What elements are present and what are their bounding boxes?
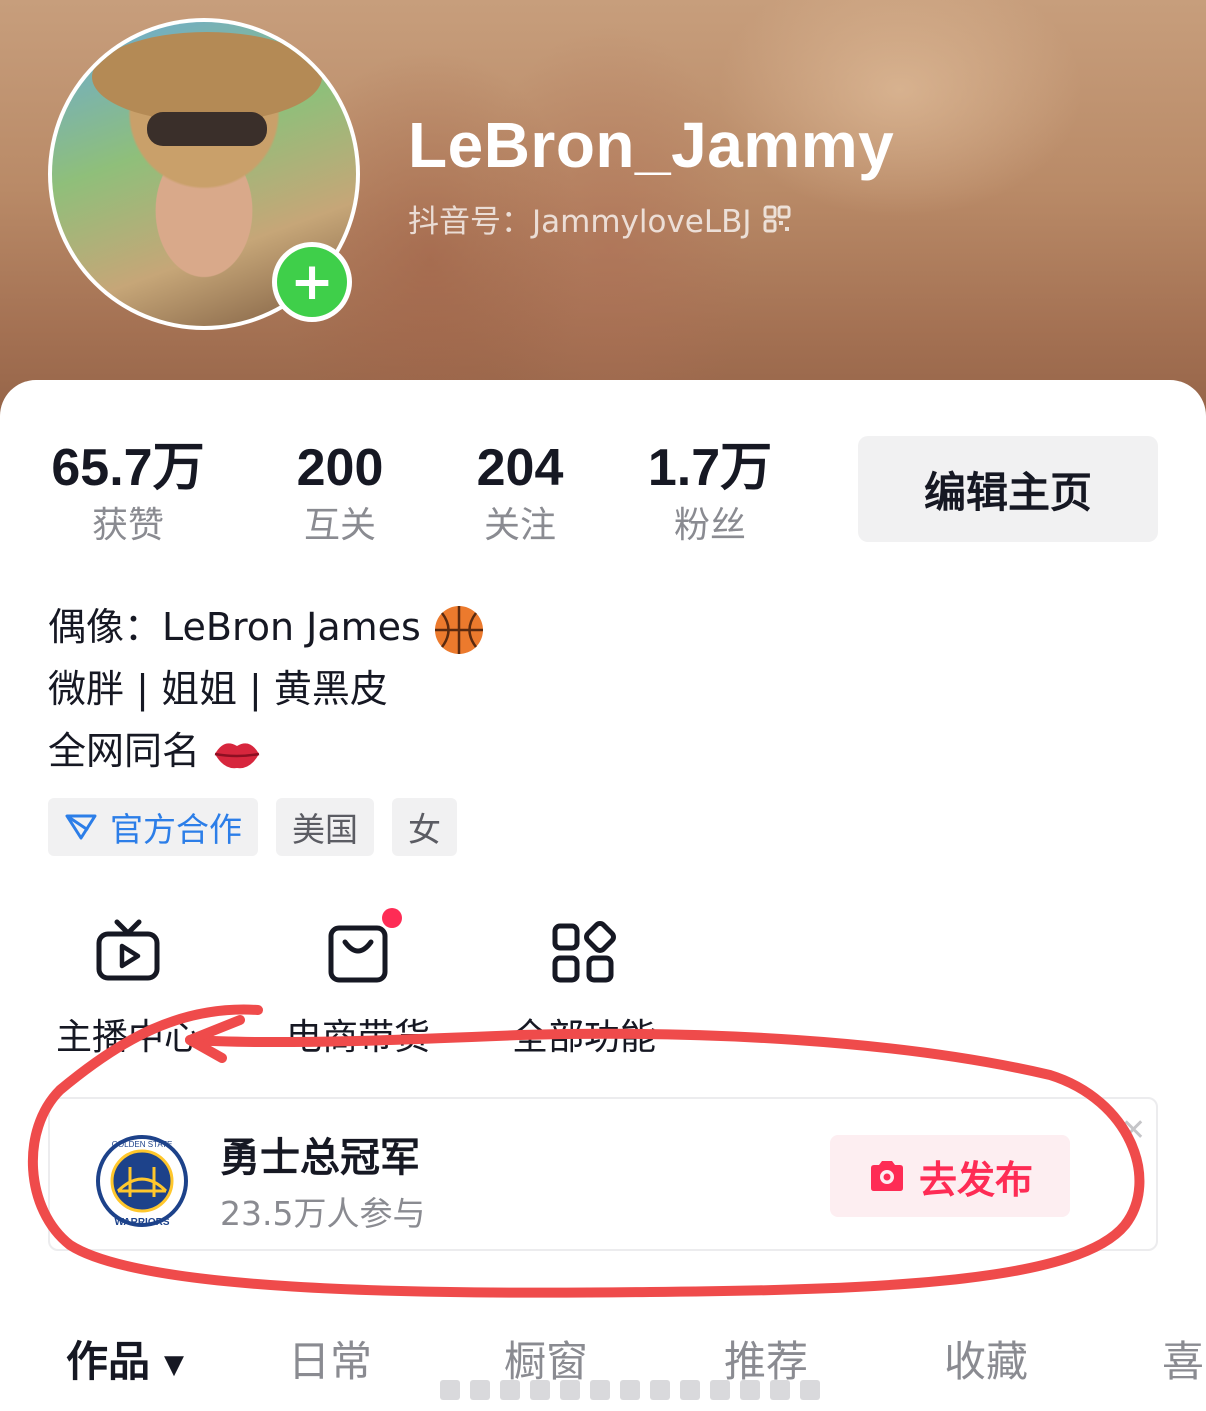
stat-likes[interactable]: 65.7万 获赞 [48, 440, 208, 548]
tv-play-icon [96, 919, 160, 981]
bio-idol: 偶像：LeBron James [48, 605, 421, 649]
bio: 偶像：LeBron James 微胖 | 姐姐 | 黄黑皮 全网同名 [48, 596, 485, 782]
edit-profile-button[interactable]: 编辑主页 [858, 436, 1158, 542]
stat-followers-label: 粉丝 [673, 505, 746, 546]
stat-likes-label: 获赞 [91, 505, 164, 546]
feature-all-functions-label: 全部功能 [511, 1017, 656, 1058]
camera-icon [870, 1161, 903, 1191]
stat-mutual-label: 互关 [303, 505, 376, 546]
tag-gender-label: 女 [408, 810, 441, 849]
stat-mutual-value: 200 [296, 439, 384, 497]
stat-following-label: 关注 [483, 505, 556, 546]
stat-mutual[interactable]: 200 互关 [280, 440, 400, 548]
bio-line-3: 全网同名 [48, 720, 485, 782]
feature-ecommerce[interactable]: 电商带货 [278, 908, 438, 1060]
stat-followers-value: 1.7万 [647, 439, 773, 497]
close-icon[interactable]: ✕ [1121, 1113, 1146, 1148]
stat-likes-value: 65.7万 [51, 439, 205, 497]
tag-row: 官方合作 美国 女 [48, 798, 457, 856]
bio-line-2: 微胖 | 姐姐 | 黄黑皮 [48, 667, 388, 711]
tag-location-label: 美国 [292, 810, 358, 849]
tab-daily[interactable]: 日常 [288, 1328, 372, 1389]
feature-streamer-center[interactable]: 主播中心 [48, 918, 208, 1060]
username: LeBron_Jammy [408, 109, 895, 181]
feature-all-functions[interactable]: 全部功能 [504, 918, 664, 1060]
stats-row: 65.7万 获赞 200 互关 204 关注 1.7万 粉丝 [48, 440, 780, 548]
caret-down-icon: ▼ [164, 1349, 185, 1380]
tag-official-cooperation[interactable]: 官方合作 [48, 798, 258, 856]
tag-gender: 女 [392, 798, 457, 856]
logo-text-bottom: WARRIORS [115, 1217, 170, 1228]
add-avatar-button[interactable]: + [272, 242, 352, 322]
qr-code-icon [763, 205, 791, 232]
stat-followers[interactable]: 1.7万 粉丝 [640, 440, 780, 548]
tab-favorites[interactable]: 收藏 [944, 1328, 1028, 1389]
feature-streamer-center-label: 主播中心 [55, 1017, 200, 1058]
notification-dot [382, 908, 402, 928]
kiss-lips-icon [214, 742, 260, 768]
publish-label: 去发布 [918, 1157, 1033, 1202]
tab-works-label: 作品 [66, 1337, 151, 1386]
challenge-title: 勇士总冠军 [220, 1135, 420, 1181]
cooperation-icon [65, 814, 97, 840]
warriors-logo: GOLDEN STATE WARRIORS [96, 1135, 188, 1228]
challenge-participants: 23.5万人参与 [220, 1194, 426, 1233]
challenge-banner[interactable]: GOLDEN STATE WARRIORS 勇士总冠军 23.5万人参与 去发布… [48, 1097, 1158, 1251]
douyin-id-row[interactable]: 抖音号：JammyloveLBJ [408, 196, 792, 241]
tab-works[interactable]: 作品 ▼ [66, 1328, 184, 1389]
publish-button[interactable]: 去发布 [830, 1135, 1070, 1217]
stat-following-value: 204 [476, 439, 564, 497]
tab-likes[interactable]: 喜 [1162, 1328, 1204, 1389]
basketball-icon [434, 605, 483, 654]
plus-icon: + [277, 247, 347, 317]
tag-location: 美国 [276, 798, 374, 856]
stat-following[interactable]: 204 关注 [460, 440, 580, 548]
logo-text-top: GOLDEN STATE [112, 1140, 173, 1149]
shopping-bag-icon [328, 925, 388, 983]
bio-line-1: 偶像：LeBron James [48, 596, 485, 658]
tag-official-label: 官方合作 [110, 810, 242, 849]
watermark-strip [440, 1380, 820, 1400]
bio-same-name: 全网同名 [48, 729, 201, 773]
feature-ecommerce-label: 电商带货 [285, 1017, 430, 1058]
grid-apps-icon [552, 921, 616, 983]
douyin-id: 抖音号：JammyloveLBJ [408, 204, 752, 240]
